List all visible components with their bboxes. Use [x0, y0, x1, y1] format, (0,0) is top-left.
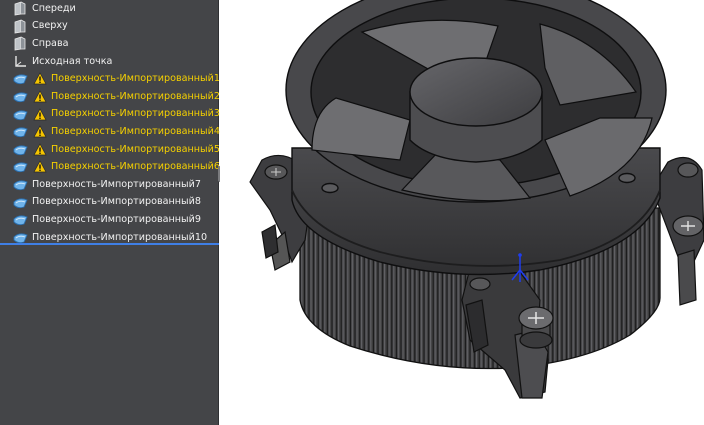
tree-item-label: Поверхность-Импортированный4 [51, 125, 220, 137]
tree-item-surface-3[interactable]: Поверхность-Импортированный3 [0, 106, 220, 124]
warning-icon [33, 107, 47, 121]
tree-item-surface-5[interactable]: Поверхность-Импортированный5 [0, 141, 220, 159]
tree-item-label: Поверхность-Импортированный10 [32, 231, 208, 243]
tree-item-label: Поверхность-Импортированный7 [32, 178, 201, 190]
surface-icon [13, 143, 28, 157]
warning-icon [33, 90, 47, 103]
tree-item-label: Поверхность-Импортированный8 [32, 196, 201, 208]
tree-item-surface-6[interactable]: Поверхность-Импортированный6 [0, 158, 220, 176]
tree-item-surface-4[interactable]: Поверхность-Импортированный4 [0, 123, 220, 141]
plane-icon [13, 19, 27, 34]
surface-icon [13, 108, 28, 122]
feature-list: Спереди Сверху Справа Исходная точка Поверхн… [0, 0, 220, 246]
fan-hub [409, 57, 543, 163]
surface-icon [13, 178, 28, 192]
plane-icon [13, 36, 27, 51]
tree-item-surface-9[interactable]: Поверхность-Импортированный9 [0, 211, 219, 229]
tree-item-surface-2[interactable]: Поверхность-Импортированный2 [0, 88, 220, 106]
tree-item-label: Спереди [32, 2, 76, 14]
warning-icon [33, 72, 47, 85]
surface-icon [13, 72, 28, 86]
surface-icon [13, 90, 28, 104]
graphics-viewport[interactable] [220, 0, 704, 425]
feature-manager-tree: Спереди Сверху Справа Исходная точка Поверхн… [0, 0, 220, 425]
tree-item-label: Сверху [32, 20, 68, 32]
warning-icon [33, 143, 47, 156]
rollback-bar[interactable] [0, 243, 219, 245]
surface-icon [13, 213, 28, 227]
tree-item-label: Исходная точка [32, 55, 113, 67]
tree-item-plane-2[interactable]: Сверху [0, 18, 219, 36]
tree-item-label: Поверхность-Импортированный9 [32, 213, 201, 225]
tree-item-label: Поверхность-Импортированный2 [51, 90, 220, 102]
surface-icon [13, 196, 28, 210]
cpu-cooler-model [249, 0, 704, 399]
warning-icon [33, 160, 47, 173]
origin-icon [13, 54, 27, 69]
tree-item-surface-8[interactable]: Поверхность-Импортированный8 [0, 194, 219, 212]
tree-item-label: Поверхность-Импортированный1 [51, 73, 220, 85]
tree-item-plane-1[interactable]: Спереди [0, 0, 219, 18]
tree-item-surface-7[interactable]: Поверхность-Импортированный7 [0, 176, 219, 194]
tree-item-surface-1[interactable]: Поверхность-Импортированный1 [0, 70, 220, 88]
tree-item-origin[interactable]: Исходная точка [0, 53, 219, 71]
tree-item-label: Поверхность-Импортированный3 [51, 108, 220, 120]
surface-icon [13, 160, 28, 174]
plane-icon [13, 1, 27, 16]
surface-icon [13, 125, 28, 139]
tree-item-label: Справа [32, 37, 69, 49]
tree-item-label: Поверхность-Импортированный5 [51, 143, 220, 155]
warning-icon [33, 125, 47, 138]
tree-item-label: Поверхность-Импортированный6 [51, 161, 220, 173]
tree-item-plane-3[interactable]: Справа [0, 35, 219, 53]
